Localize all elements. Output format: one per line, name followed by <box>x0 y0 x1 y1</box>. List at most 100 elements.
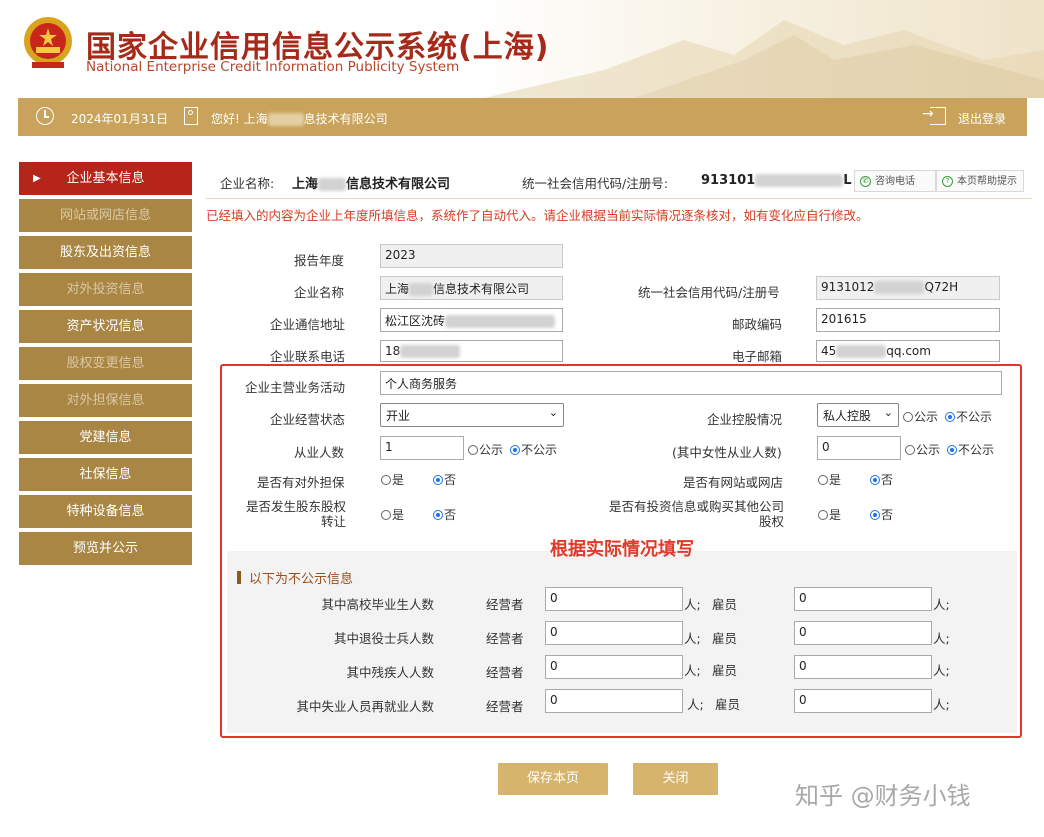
disabled-employee-field[interactable]: 0 <box>794 655 932 679</box>
address-field[interactable]: 松江区沈砖 <box>380 308 563 332</box>
employee-label: 雇员 <box>712 597 738 612</box>
sidebar-item-assets[interactable]: 资产状况信息 <box>19 310 192 343</box>
disabled-label: 其中残疾人人数 <box>346 665 434 680</box>
female-private-radio[interactable]: 不公示 <box>947 441 994 458</box>
operator-label: 经营者 <box>486 597 524 612</box>
invest-yes-radio[interactable]: 是 <box>818 506 841 523</box>
current-date: 2024年01月31日 <box>71 112 169 126</box>
holding-label: 企业控股情况 <box>707 412 783 427</box>
company-name-label: 企业名称: <box>220 176 275 191</box>
site-header: 国家企业信用信息公示系统(上海) National Enterprise Cre… <box>0 0 1044 98</box>
national-emblem-icon <box>24 17 72 68</box>
logout-icon[interactable] <box>922 106 946 125</box>
graduates-employee-field[interactable]: 0 <box>794 587 932 611</box>
disabled-operator-field[interactable]: 0 <box>545 655 683 679</box>
mountain-background <box>484 20 1044 98</box>
postcode-field[interactable]: 201615 <box>816 308 1000 332</box>
chevron-down-icon: ⌄ <box>548 406 558 419</box>
female-field[interactable]: 0 <box>817 436 901 460</box>
sidebar-item-investment[interactable]: 对外投资信息 <box>19 273 192 306</box>
female-public-radio[interactable]: 公示 <box>905 441 940 458</box>
sidebar-nav: ▶ 企业基本信息 网站或网店信息 股东及出资信息 对外投资信息 资产状况信息 股权… <box>19 162 192 569</box>
sidebar-item-equipment[interactable]: 特种设备信息 <box>19 495 192 528</box>
reemployed-operator-field[interactable]: 0 <box>545 689 683 713</box>
company-name-value: 上海 信息技术有限公司 <box>292 177 451 192</box>
sidebar-item-basic-info[interactable]: ▶ 企业基本信息 <box>19 162 192 195</box>
credit-code-form-label: 统一社会信用代码/注册号 <box>638 285 780 300</box>
guarantee-no-radio[interactable]: 否 <box>433 471 456 488</box>
holding-private-radio[interactable]: 不公示 <box>945 408 992 425</box>
veterans-employee-field[interactable]: 0 <box>794 621 932 645</box>
sidebar-item-equity-change[interactable]: 股权变更信息 <box>19 347 192 380</box>
company-info-bar: 企业名称: 上海 信息技术有限公司 统一社会信用代码/注册号: 913101 L ✆… <box>206 168 1032 199</box>
unit-label: 人; <box>684 663 701 678</box>
holding-select[interactable]: 私人控股 ⌄ <box>817 403 899 427</box>
holding-public-radio[interactable]: 公示 <box>903 408 938 425</box>
credit-code-label: 统一社会信用代码/注册号: <box>522 176 668 191</box>
email-field[interactable]: 45 qq.com <box>816 340 1000 362</box>
email-label: 电子邮箱 <box>732 349 783 364</box>
report-year-label: 报告年度 <box>294 253 345 268</box>
user-greeting: 您好! 上海 息技术有限公司 <box>211 112 388 126</box>
unit-label: 人; <box>933 631 950 646</box>
close-button[interactable]: 关闭 <box>633 763 718 795</box>
save-button[interactable]: 保存本页 <box>498 763 608 795</box>
female-label: (其中女性从业人数) <box>672 445 782 460</box>
website-yes-radio[interactable]: 是 <box>818 471 841 488</box>
unit-label: 人; <box>933 597 950 612</box>
transfer-label: 是否发生股东股权转让 <box>245 499 346 529</box>
employees-field[interactable]: 1 <box>380 436 464 460</box>
business-field[interactable]: 个人商务服务 <box>380 371 1002 395</box>
logout-link[interactable]: 退出登录 <box>958 110 1006 127</box>
invest-no-radio[interactable]: 否 <box>870 506 893 523</box>
credit-code-field: 9131012 Q72H <box>816 276 1000 300</box>
graduates-operator-field[interactable]: 0 <box>545 587 683 611</box>
reemployed-label: 其中失业人员再就业人数 <box>296 699 434 714</box>
guarantee-yes-radio[interactable]: 是 <box>381 471 404 488</box>
sidebar-item-shareholders[interactable]: 股东及出资信息 <box>19 236 192 269</box>
sidebar-item-website[interactable]: 网站或网店信息 <box>19 199 192 232</box>
employee-label: 雇员 <box>712 663 738 678</box>
website-no-radio[interactable]: 否 <box>870 471 893 488</box>
employees-private-radio[interactable]: 不公示 <box>510 441 557 458</box>
veterans-operator-field[interactable]: 0 <box>545 621 683 645</box>
employee-label: 雇员 <box>715 697 741 712</box>
transfer-no-radio[interactable]: 否 <box>433 506 456 523</box>
status-select[interactable]: 开业 ⌄ <box>380 403 564 427</box>
credit-code-value: 913101 L <box>701 173 852 188</box>
postcode-label: 邮政编码 <box>732 317 783 332</box>
phone-icon: ✆ <box>860 176 871 187</box>
company-name-field: 上海 信息技术有限公司 <box>380 276 563 300</box>
graduates-label: 其中高校毕业生人数 <box>321 597 434 612</box>
company-name-form-label: 企业名称 <box>294 285 345 300</box>
phone-field[interactable]: 18 <box>380 340 563 362</box>
sidebar-item-preview[interactable]: 预览并公示 <box>19 532 192 565</box>
sidebar-item-party[interactable]: 党建信息 <box>19 421 192 454</box>
top-bar: 2024年01月31日 您好! 上海息技术有限公司 退出登录 <box>18 98 1027 136</box>
guarantee-label: 是否有对外担保 <box>257 475 345 490</box>
transfer-yes-radio[interactable]: 是 <box>381 506 404 523</box>
employees-public-radio[interactable]: 公示 <box>468 441 503 458</box>
website-label: 是否有网站或网店 <box>683 475 784 490</box>
phone-label: 企业联系电话 <box>270 349 346 364</box>
unit-label: 人; <box>933 663 950 678</box>
operator-label: 经营者 <box>486 665 524 680</box>
report-year-field: 2023 <box>380 244 563 268</box>
unit-label: 人; <box>684 597 701 612</box>
watermark: 知乎 @财务小钱 <box>795 782 971 810</box>
employee-label: 雇员 <box>712 631 738 646</box>
reemployed-employee-field[interactable]: 0 <box>794 689 932 713</box>
help-icon: ? <box>942 176 953 187</box>
business-label: 企业主营业务活动 <box>245 380 346 395</box>
user-icon <box>184 107 198 125</box>
invest-label: 是否有投资信息或购买其他公司股权 <box>608 499 784 529</box>
employees-label: 从业人数 <box>294 445 345 460</box>
sidebar-item-social-security[interactable]: 社保信息 <box>19 458 192 491</box>
status-label: 企业经营状态 <box>270 412 346 427</box>
help-button[interactable]: ? 本页帮助提示 <box>936 170 1024 192</box>
fill-hint-annotation: 根据实际情况填写 <box>550 539 694 560</box>
chevron-down-icon: ⌄ <box>883 406 893 419</box>
clock-icon <box>36 107 54 125</box>
consult-phone-button[interactable]: ✆ 咨询电话 <box>854 170 936 192</box>
sidebar-item-guarantee[interactable]: 对外担保信息 <box>19 384 192 417</box>
